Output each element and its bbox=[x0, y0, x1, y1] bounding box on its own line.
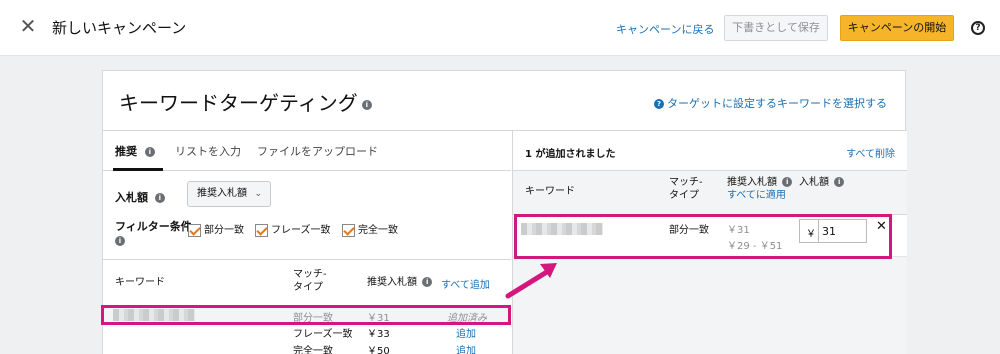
bid-type-select-value: 推奨入札額 bbox=[197, 188, 247, 199]
filter-phrase-checkbox[interactable]: フレーズ一致 bbox=[255, 221, 331, 237]
page-title: 新しいキャンペーン bbox=[52, 19, 187, 37]
active-tab-indicator bbox=[113, 168, 163, 171]
column-suggested-bid: 推奨入札額 i bbox=[367, 276, 433, 289]
row-add-link[interactable]: 追加 bbox=[456, 325, 476, 340]
filter-label-text: フィルター条件 bbox=[115, 220, 192, 233]
start-campaign-button[interactable]: キャンペーンの開始 bbox=[840, 15, 954, 41]
close-icon[interactable]: ✕ bbox=[18, 16, 38, 36]
filter-label: フィルター条件 i bbox=[115, 220, 192, 248]
filter-phrase-label: フレーズ一致 bbox=[271, 225, 331, 236]
row-match-type: 完全一致 bbox=[293, 346, 333, 354]
info-icon[interactable]: i bbox=[422, 277, 433, 287]
info-icon[interactable]: i bbox=[115, 236, 125, 246]
card-title: キーワードターゲティング i bbox=[119, 87, 372, 116]
select-keywords-link-text[interactable]: ターゲットに設定するキーワードを選択する bbox=[667, 97, 887, 110]
column-match-type-line2: タイプ bbox=[293, 282, 323, 293]
checkbox-checked-icon[interactable] bbox=[255, 223, 268, 237]
info-icon[interactable]: i bbox=[361, 99, 372, 110]
top-bar: ✕ 新しいキャンペーン キャンペーンに戻る 下書きとして保存 キャンペーンの開始… bbox=[0, 0, 1000, 56]
add-all-link[interactable]: すべて追加 bbox=[441, 276, 490, 291]
filter-exact-label: 完全一致 bbox=[358, 225, 398, 236]
left-table-header: キーワード マッチ- タイプ 推奨入札額 i すべて追加 bbox=[103, 259, 511, 301]
tab-suggested[interactable]: 推奨 i bbox=[115, 143, 155, 159]
column-match-type: マッチ- タイプ bbox=[293, 268, 327, 294]
highlight-box-left bbox=[101, 305, 511, 325]
column-suggested-bid-text: 推奨入札額 bbox=[367, 277, 417, 288]
checkbox-checked-icon[interactable] bbox=[342, 223, 355, 237]
info-icon[interactable]: i bbox=[834, 177, 845, 187]
back-to-campaign-link[interactable]: キャンペーンに戻る bbox=[616, 21, 714, 37]
arrow-icon bbox=[505, 263, 557, 299]
bid-type-select[interactable]: 推奨入札額 ⌄ bbox=[187, 181, 271, 207]
info-icon[interactable]: i bbox=[154, 193, 165, 203]
column-match-type: マッチ- タイプ bbox=[669, 176, 703, 202]
card-title-text: キーワードターゲティング bbox=[119, 91, 358, 115]
select-keywords-link[interactable]: ? ターゲットに設定するキーワードを選択する bbox=[654, 95, 887, 111]
column-keyword: キーワード bbox=[115, 277, 165, 288]
filter-broad-label: 部分一致 bbox=[204, 225, 244, 236]
column-bid-text: 入札額 bbox=[799, 177, 829, 188]
bid-label: 入札額 i bbox=[115, 189, 165, 205]
delete-all-link[interactable]: すべて削除 bbox=[846, 145, 895, 160]
added-table-header: キーワード マッチ- タイプ 推奨入札額 i すべてに適用 入札額 i bbox=[513, 171, 907, 215]
column-match-type-line1: マッチ- bbox=[293, 269, 327, 280]
apply-all-link[interactable]: すべてに適用 bbox=[727, 190, 786, 201]
column-suggested-bid: 推奨入札額 i すべてに適用 bbox=[727, 176, 793, 202]
checkbox-checked-icon[interactable] bbox=[188, 223, 201, 237]
question-icon: ? bbox=[654, 99, 664, 109]
tab-bar: 推奨 i リストを入力 ファイルをアップロード bbox=[103, 131, 511, 171]
chevron-down-icon: ⌄ bbox=[254, 189, 262, 199]
column-keyword: キーワード bbox=[525, 186, 575, 197]
highlight-box-right bbox=[514, 214, 892, 259]
info-icon[interactable]: i bbox=[782, 177, 793, 187]
bid-label-text: 入札額 bbox=[115, 191, 148, 204]
row-match-type: フレーズ一致 bbox=[293, 329, 353, 340]
help-icon[interactable]: ? bbox=[971, 21, 985, 35]
added-count: 1 が追加されました bbox=[525, 149, 616, 160]
row-add-link[interactable]: 追加 bbox=[456, 342, 476, 354]
row-suggested-bid: ￥33 bbox=[367, 329, 390, 340]
tab-suggested-label[interactable]: 推奨 bbox=[115, 145, 137, 158]
save-draft-button[interactable]: 下書きとして保存 bbox=[724, 15, 828, 41]
column-bid: 入札額 i bbox=[799, 176, 845, 189]
column-suggested-bid-text: 推奨入札額 bbox=[727, 177, 777, 188]
tab-enter-list[interactable]: リストを入力 bbox=[175, 143, 241, 159]
filter-broad-checkbox[interactable]: 部分一致 bbox=[188, 221, 244, 237]
filter-exact-checkbox[interactable]: 完全一致 bbox=[342, 221, 398, 237]
tab-upload-file[interactable]: ファイルをアップロード bbox=[257, 143, 378, 159]
column-match-type-line1: マッチ- bbox=[669, 177, 703, 188]
row-suggested-bid: ￥50 bbox=[367, 346, 390, 354]
info-icon[interactable]: i bbox=[144, 147, 155, 157]
column-match-type-line2: タイプ bbox=[669, 190, 699, 201]
added-panel-header: 1 が追加されました すべて削除 bbox=[513, 131, 907, 171]
